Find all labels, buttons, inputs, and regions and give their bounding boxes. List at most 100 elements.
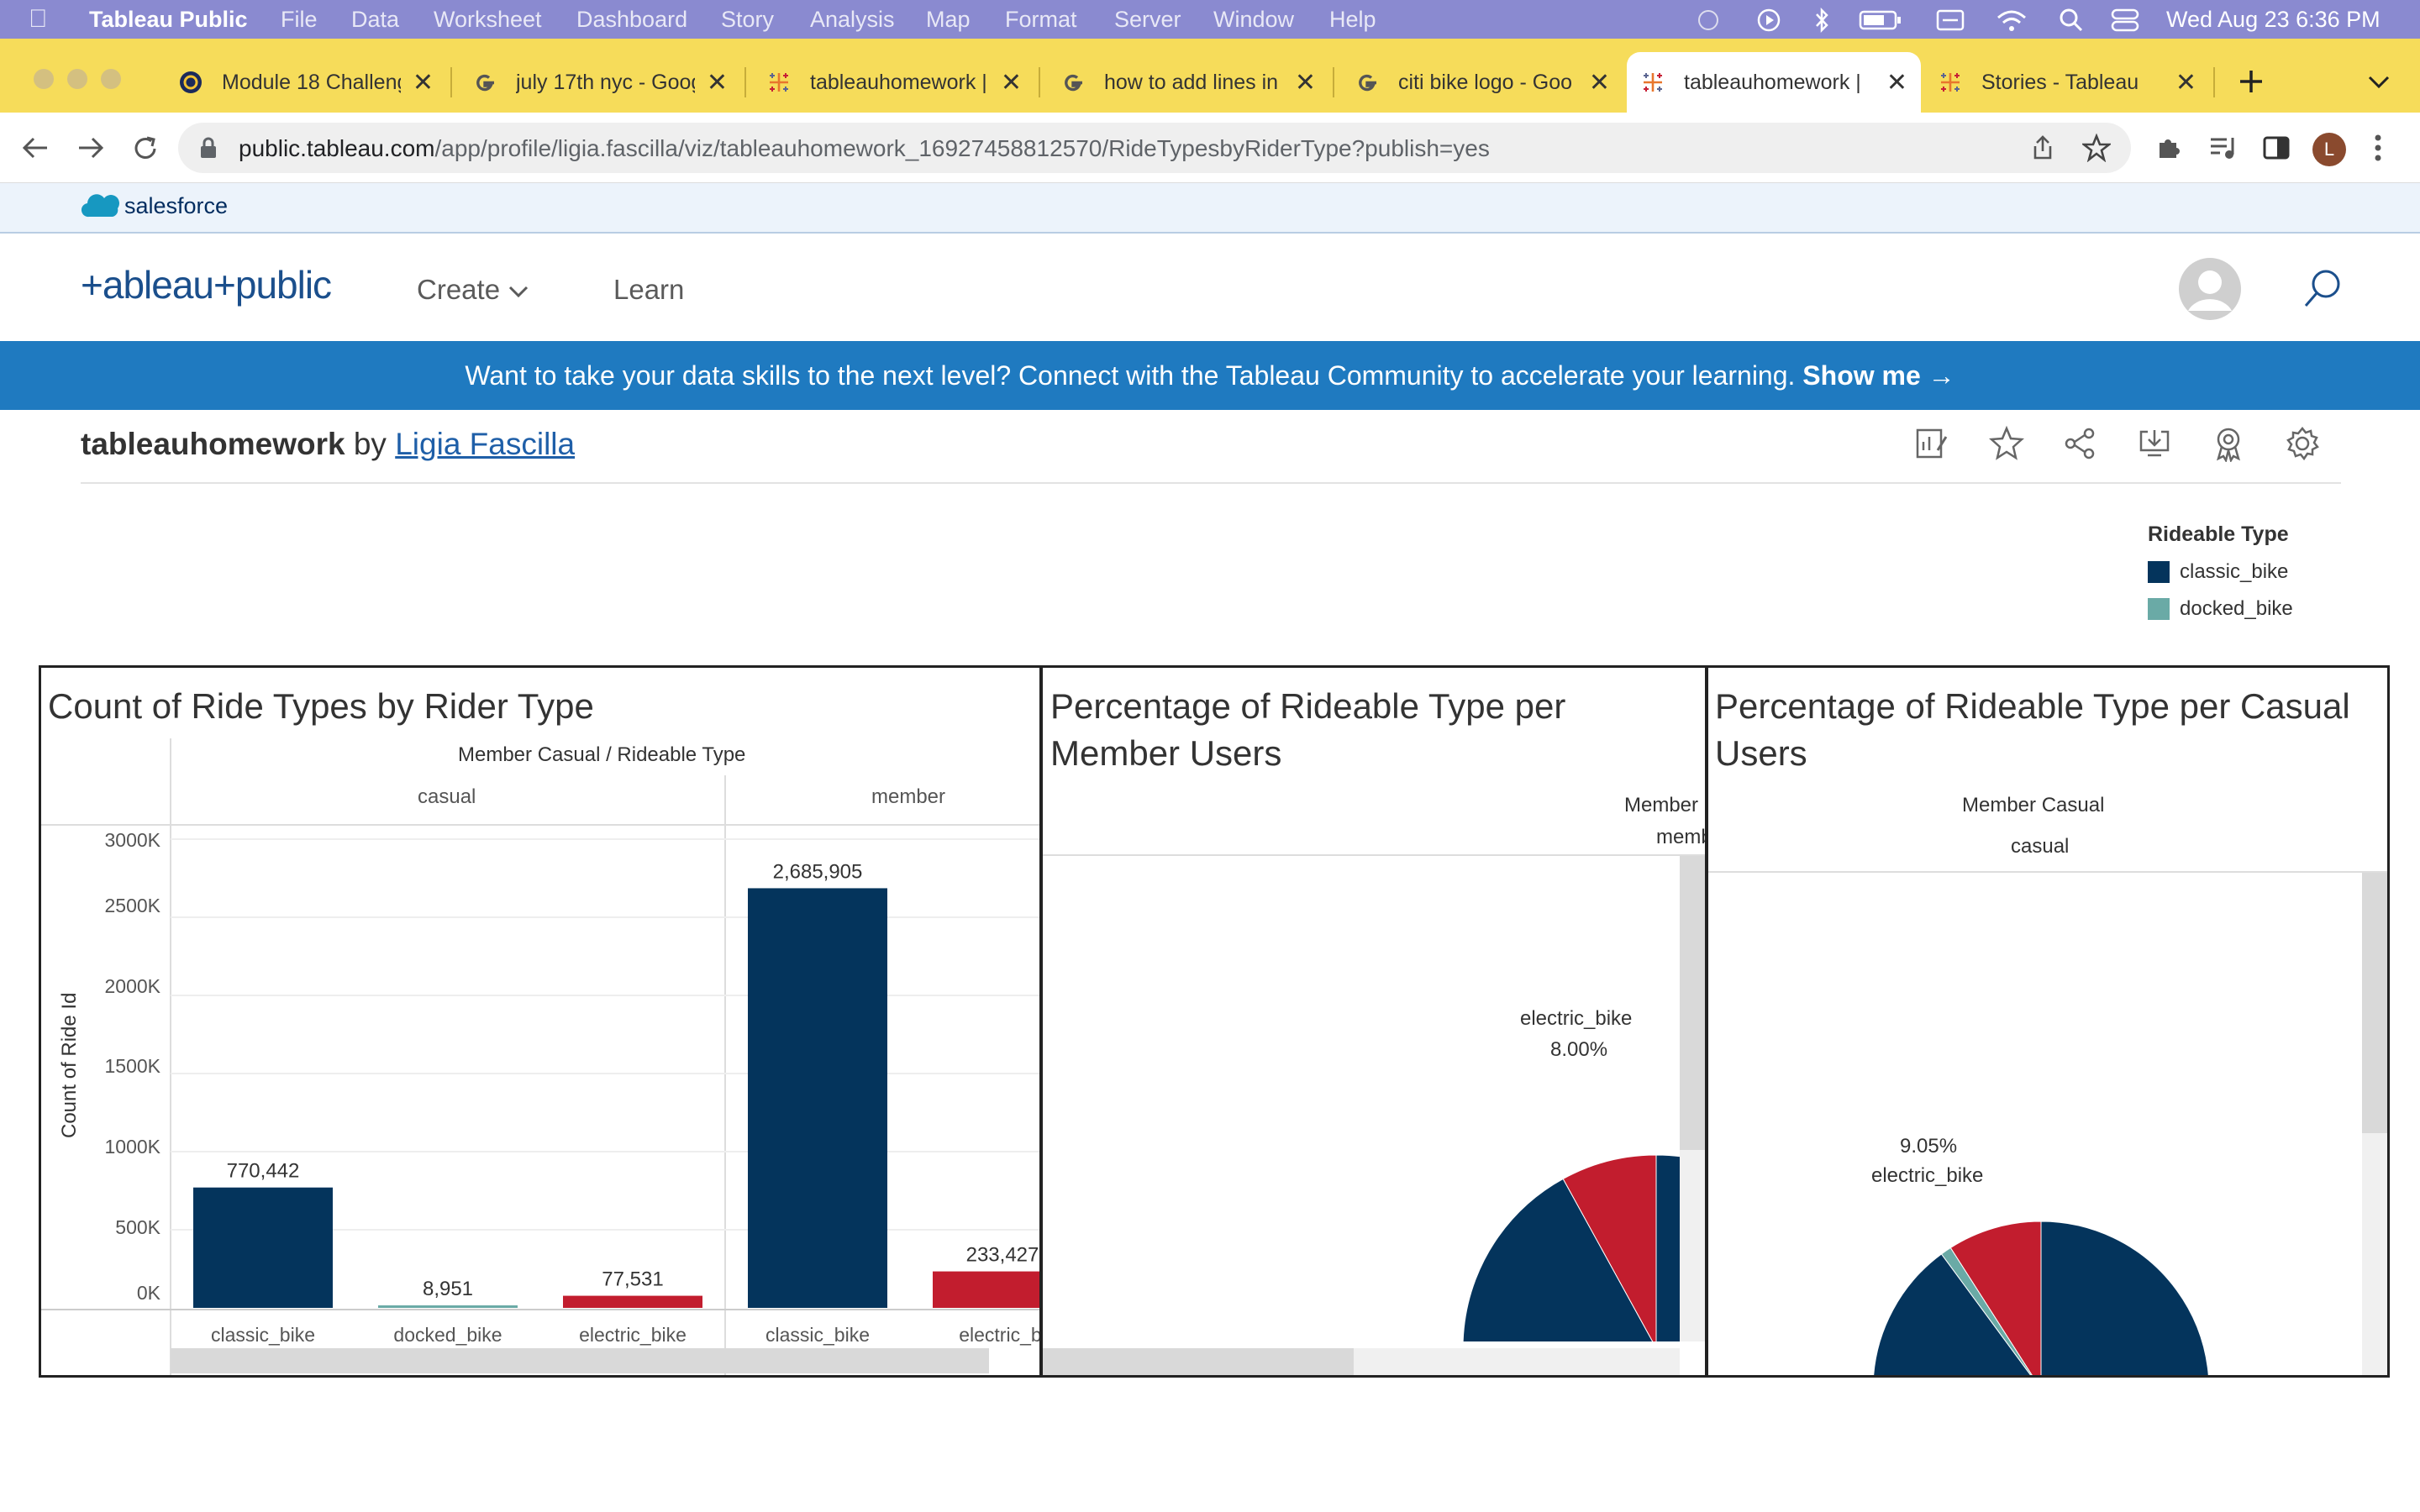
- close-tab-icon[interactable]: ✕: [1886, 68, 1907, 97]
- spotlight-search-icon[interactable]: [2059, 8, 2084, 33]
- search-icon[interactable]: [2302, 267, 2343, 309]
- tableau-public-logo[interactable]: +ableau+public: [81, 262, 332, 307]
- close-tab-icon[interactable]: ✕: [1001, 68, 1022, 97]
- salesforce-label[interactable]: salesforce: [124, 193, 228, 219]
- browser-tab[interactable]: citi bike logo - Goo ✕: [1341, 52, 1623, 113]
- bookmark-star-icon[interactable]: [2082, 134, 2111, 162]
- legend-label: classic_bike: [2180, 560, 2289, 583]
- menu-map[interactable]: Map: [926, 7, 971, 33]
- play-icon[interactable]: [1756, 8, 1781, 33]
- bar-value-label: 8,951: [423, 1278, 473, 1300]
- member-pie-svg: [1462, 1154, 1681, 1341]
- download-icon[interactable]: [2136, 425, 2173, 462]
- menu-format[interactable]: Format: [1005, 7, 1077, 33]
- url-text[interactable]: public.tableau.com/app/profile/ligia.fas…: [239, 135, 1490, 162]
- vertical-scrollbar-track[interactable]: [1680, 856, 1705, 1341]
- legend-item[interactable]: classic_bike: [2148, 560, 2293, 584]
- viz-title-row: tableauhomework by Ligia Fascilla: [81, 427, 575, 462]
- back-icon[interactable]: [20, 134, 50, 161]
- bar: [933, 1271, 1039, 1308]
- horizontal-scrollbar-thumb[interactable]: [171, 1348, 989, 1373]
- horizontal-scrollbar-track[interactable]: [1043, 1348, 1680, 1375]
- control-center-icon[interactable]: [2111, 8, 2139, 33]
- bar-value-label: 77,531: [602, 1268, 663, 1291]
- legend-item[interactable]: docked_bike: [2148, 597, 2293, 621]
- viz-title: tableauhomework: [81, 427, 345, 461]
- close-tab-icon[interactable]: ✕: [707, 68, 728, 97]
- vertical-scrollbar-thumb[interactable]: [1680, 856, 1705, 1150]
- bar: [193, 1187, 333, 1308]
- menu-server[interactable]: Server: [1114, 7, 1181, 33]
- menu-data[interactable]: Data: [351, 7, 399, 33]
- menu-analysis[interactable]: Analysis: [810, 7, 895, 33]
- chrome-menu-icon[interactable]: [2373, 133, 2383, 163]
- bluetooth-icon[interactable]: [1812, 7, 1832, 34]
- edit-viz-icon[interactable]: [1912, 425, 1949, 462]
- menu-file[interactable]: File: [281, 7, 318, 33]
- address-bar[interactable]: public.tableau.com/app/profile/ligia.fas…: [178, 123, 2131, 173]
- horizontal-scrollbar-track[interactable]: [171, 1348, 989, 1373]
- favorite-star-icon[interactable]: [1988, 425, 2025, 462]
- casual-slice-label-pct: 9.05%: [1900, 1135, 1958, 1158]
- tab-title: citi bike logo - Goo: [1398, 70, 1573, 94]
- tab-divider: [1333, 67, 1334, 97]
- viz-by: by: [353, 427, 387, 461]
- google-icon: [1359, 74, 1376, 92]
- bootcamp-icon: [180, 71, 202, 93]
- battery-icon[interactable]: [1859, 10, 1902, 30]
- side-panel-icon[interactable]: [2262, 134, 2291, 161]
- tab-search-chevron-icon[interactable]: [2366, 72, 2391, 91]
- salesforce-cloud-icon[interactable]: [81, 192, 121, 222]
- wifi-icon[interactable]: [1995, 8, 2028, 33]
- create-menu[interactable]: Create: [417, 274, 529, 306]
- menu-dashboard[interactable]: Dashboard: [576, 7, 687, 33]
- settings-gear-icon[interactable]: [2284, 425, 2321, 462]
- extensions-icon[interactable]: [2154, 134, 2181, 161]
- profile-avatar[interactable]: L: [2312, 133, 2346, 166]
- show-me-link[interactable]: Show me →: [1802, 360, 1954, 391]
- browser-tab[interactable]: Module 18 Challeng ✕: [165, 52, 447, 113]
- browser-tab-active[interactable]: tableauhomework | ✕: [1627, 52, 1921, 113]
- keyboard-input-icon[interactable]: [1936, 8, 1965, 32]
- forward-icon[interactable]: [76, 134, 106, 161]
- close-tab-icon[interactable]: ✕: [413, 68, 434, 97]
- casual-header: Member Casual: [1962, 794, 2105, 816]
- x-tick-label: electric_bike: [579, 1324, 687, 1346]
- legend-swatch: [2148, 561, 2170, 583]
- minimize-window-icon[interactable]: [67, 69, 87, 89]
- record-icon[interactable]: [1694, 8, 1723, 32]
- horizontal-scrollbar-thumb[interactable]: [1043, 1348, 1354, 1375]
- browser-tab[interactable]: Stories - Tableau ✕: [1924, 52, 2210, 113]
- browser-tab[interactable]: how to add lines in t ✕: [1047, 52, 1329, 113]
- vertical-scrollbar-thumb[interactable]: [2362, 873, 2387, 1133]
- browser-tab[interactable]: tableauhomework | ✕: [753, 52, 1035, 113]
- apple-icon[interactable]: : [29, 5, 48, 34]
- new-tab-icon[interactable]: [2237, 67, 2265, 96]
- share-page-icon[interactable]: [2030, 134, 2055, 161]
- share-icon[interactable]: [2062, 425, 2099, 462]
- author-link[interactable]: Ligia Fascilla: [395, 427, 575, 461]
- close-tab-icon[interactable]: ✕: [2175, 68, 2196, 97]
- menu-app-name[interactable]: Tableau Public: [89, 7, 248, 33]
- reload-icon[interactable]: [131, 134, 160, 163]
- user-avatar-icon[interactable]: [2178, 257, 2242, 321]
- vertical-scrollbar-track[interactable]: [2362, 873, 2387, 1375]
- media-controls-icon[interactable]: [2208, 134, 2237, 161]
- menu-story[interactable]: Story: [721, 7, 774, 33]
- browser-tab[interactable]: july 17th nyc - Goog ✕: [459, 52, 741, 113]
- zoom-window-icon[interactable]: [101, 69, 121, 89]
- tab-title: Stories - Tableau: [1981, 70, 2139, 94]
- lock-icon[interactable]: [198, 136, 218, 160]
- close-tab-icon[interactable]: ✕: [1589, 68, 1610, 97]
- menu-help[interactable]: Help: [1329, 7, 1376, 33]
- tab-divider: [450, 67, 452, 97]
- menu-worksheet[interactable]: Worksheet: [434, 7, 542, 33]
- learn-link[interactable]: Learn: [613, 274, 684, 306]
- badge-icon[interactable]: [2210, 425, 2247, 462]
- tab-divider: [2213, 67, 2215, 97]
- menubar-clock[interactable]: Wed Aug 23 6:36 PM: [2166, 7, 2381, 33]
- tab-divider: [744, 67, 746, 97]
- close-tab-icon[interactable]: ✕: [1295, 68, 1316, 97]
- close-window-icon[interactable]: [34, 69, 54, 89]
- menu-window[interactable]: Window: [1213, 7, 1294, 33]
